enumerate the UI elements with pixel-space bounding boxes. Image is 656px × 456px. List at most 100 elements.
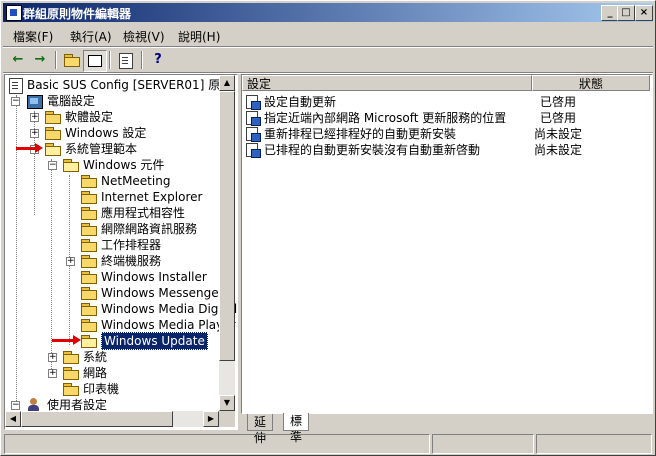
- expand-icon[interactable]: +: [48, 353, 57, 362]
- tree-pane: Basic SUS Config [SERVER01] 原則 − 電腦設定 + …: [4, 74, 249, 430]
- policy-doc-icon: [9, 78, 23, 94]
- title-bar[interactable]: 群組原則物件編輯器 _ □ ×: [3, 3, 653, 22]
- column-header-setting[interactable]: 設定: [242, 75, 532, 91]
- folder-icon: [81, 287, 97, 300]
- annotation-arrow-icon: [16, 143, 43, 153]
- policy-setting-icon: [246, 95, 261, 110]
- folder-icon: [81, 303, 97, 316]
- setting-status: 已啓用: [540, 95, 577, 109]
- setting-status: 尚未設定: [534, 143, 583, 157]
- tree-label: 印表機: [83, 382, 120, 396]
- tree-line: [34, 111, 35, 215]
- tree-label: Windows Messenger: [101, 286, 224, 300]
- status-bar-panel: [536, 434, 652, 454]
- tree-label: Windows Installer: [101, 270, 207, 284]
- setting-status: 尚未設定: [534, 127, 583, 141]
- tree-label: 軟體設定: [65, 110, 114, 124]
- tree-label: NetMeeting: [101, 174, 171, 188]
- tree-line: [51, 159, 52, 375]
- scroll-right-icon[interactable]: ▶: [203, 411, 219, 427]
- folder-open-icon: [81, 335, 97, 348]
- folder-icon: [63, 367, 79, 380]
- policy-setting-icon: [246, 143, 261, 158]
- folder-icon: [63, 383, 79, 396]
- folder-icon: [45, 127, 61, 140]
- scroll-left-icon[interactable]: ◀: [5, 411, 21, 427]
- collapse-icon[interactable]: −: [11, 97, 20, 106]
- menu-file[interactable]: 檔案(F): [13, 28, 53, 45]
- expand-icon[interactable]: +: [30, 129, 39, 138]
- folder-open-icon: [63, 159, 79, 172]
- toolbar-separator: [109, 51, 111, 69]
- collapse-icon[interactable]: −: [48, 161, 57, 170]
- list-row[interactable]: 指定近端內部網路 Microsoft 更新服務的位置 已啓用: [244, 110, 640, 126]
- folder-icon: [63, 351, 79, 364]
- tree-horizontal-scrollbar[interactable]: ◀ ▶: [5, 411, 219, 427]
- folder-open-icon: [45, 143, 61, 156]
- folder-icon: [81, 271, 97, 284]
- scroll-thumb-h[interactable]: [21, 411, 173, 427]
- tree-label: 系統: [83, 350, 108, 364]
- maximize-button[interactable]: □: [617, 5, 635, 21]
- collapse-icon[interactable]: −: [11, 401, 20, 410]
- menu-view[interactable]: 檢視(V): [123, 28, 165, 45]
- tree-label: 電腦設定: [47, 94, 96, 108]
- folder-icon: [81, 175, 97, 188]
- list-row[interactable]: 重新排程已經排程好的自動更新安裝 尚未設定: [244, 126, 640, 142]
- list-row[interactable]: 已排程的自動更新安裝沒有自動重新啓動 尚未設定: [244, 142, 640, 158]
- window-title: 群組原則物件編輯器: [23, 7, 132, 21]
- tree-label-selected: Windows Update: [101, 332, 208, 350]
- folder-icon: [81, 319, 97, 332]
- export-list-icon[interactable]: [115, 50, 137, 70]
- scroll-thumb[interactable]: [219, 91, 235, 361]
- toolbar: ← → ?: [3, 48, 653, 72]
- tree-label: 工作排程器: [101, 238, 162, 252]
- setting-name: 重新排程已經排程好的自動更新安裝: [264, 127, 457, 141]
- tree-vertical-scrollbar[interactable]: ▲ ▼: [219, 75, 235, 411]
- folder-icon: [81, 223, 97, 236]
- help-icon[interactable]: ?: [147, 50, 169, 70]
- tree-label: 網際網路資訊服務: [101, 222, 198, 236]
- tab-standard[interactable]: 標準: [283, 413, 310, 444]
- back-icon[interactable]: ←: [7, 50, 29, 70]
- toolbar-separator: [141, 51, 143, 69]
- tree-label: Basic SUS Config [SERVER01] 原則: [27, 78, 233, 92]
- up-one-level-icon[interactable]: [61, 50, 83, 70]
- expand-icon[interactable]: +: [30, 113, 39, 122]
- menu-bar: 檔案(F) 執行(A) 檢視(V) 說明(H): [3, 25, 653, 45]
- scroll-down-icon[interactable]: ▼: [219, 395, 235, 411]
- setting-status: 已啓用: [540, 111, 577, 125]
- expand-icon[interactable]: +: [66, 257, 75, 266]
- console-tree-icon: [88, 55, 102, 67]
- tab-extended[interactable]: 延伸: [247, 414, 274, 445]
- scroll-up-icon[interactable]: ▲: [219, 75, 235, 91]
- user-icon: [27, 398, 41, 412]
- list-pane: 設定 狀態 設定自動更新 已啓用 指定近端內部網路 Microsoft 更新服務…: [241, 74, 653, 414]
- tree-label: 終端機服務: [101, 254, 162, 268]
- menu-help[interactable]: 說明(H): [178, 28, 220, 45]
- close-button[interactable]: ×: [635, 5, 653, 21]
- policy-setting-icon: [246, 111, 261, 126]
- list-row[interactable]: 設定自動更新 已啓用: [244, 94, 640, 110]
- show-hide-tree-icon[interactable]: [83, 50, 107, 72]
- toolbar-separator: [55, 51, 57, 69]
- folder-icon: [81, 255, 97, 268]
- tree-label: 應用程式相容性: [101, 206, 186, 220]
- menu-action[interactable]: 執行(A): [70, 28, 112, 45]
- expand-icon[interactable]: +: [48, 369, 57, 378]
- app-icon: [6, 5, 22, 21]
- folder-icon: [81, 191, 97, 204]
- status-bar-panel: [432, 434, 534, 454]
- setting-name: 指定近端內部網路 Microsoft 更新服務的位置: [264, 111, 507, 125]
- folder-icon: [45, 111, 61, 124]
- forward-icon[interactable]: →: [29, 50, 51, 70]
- tree-label: Internet Explorer: [101, 190, 203, 204]
- folder-up-icon: [64, 54, 80, 67]
- folder-icon: [81, 239, 97, 252]
- computer-icon: [27, 95, 43, 109]
- policy-setting-icon: [246, 127, 261, 142]
- setting-name: 設定自動更新: [264, 95, 337, 109]
- status-bar-main: [4, 434, 430, 454]
- tree-label: 系統管理範本: [65, 142, 138, 156]
- column-header-status[interactable]: 狀態: [532, 75, 650, 91]
